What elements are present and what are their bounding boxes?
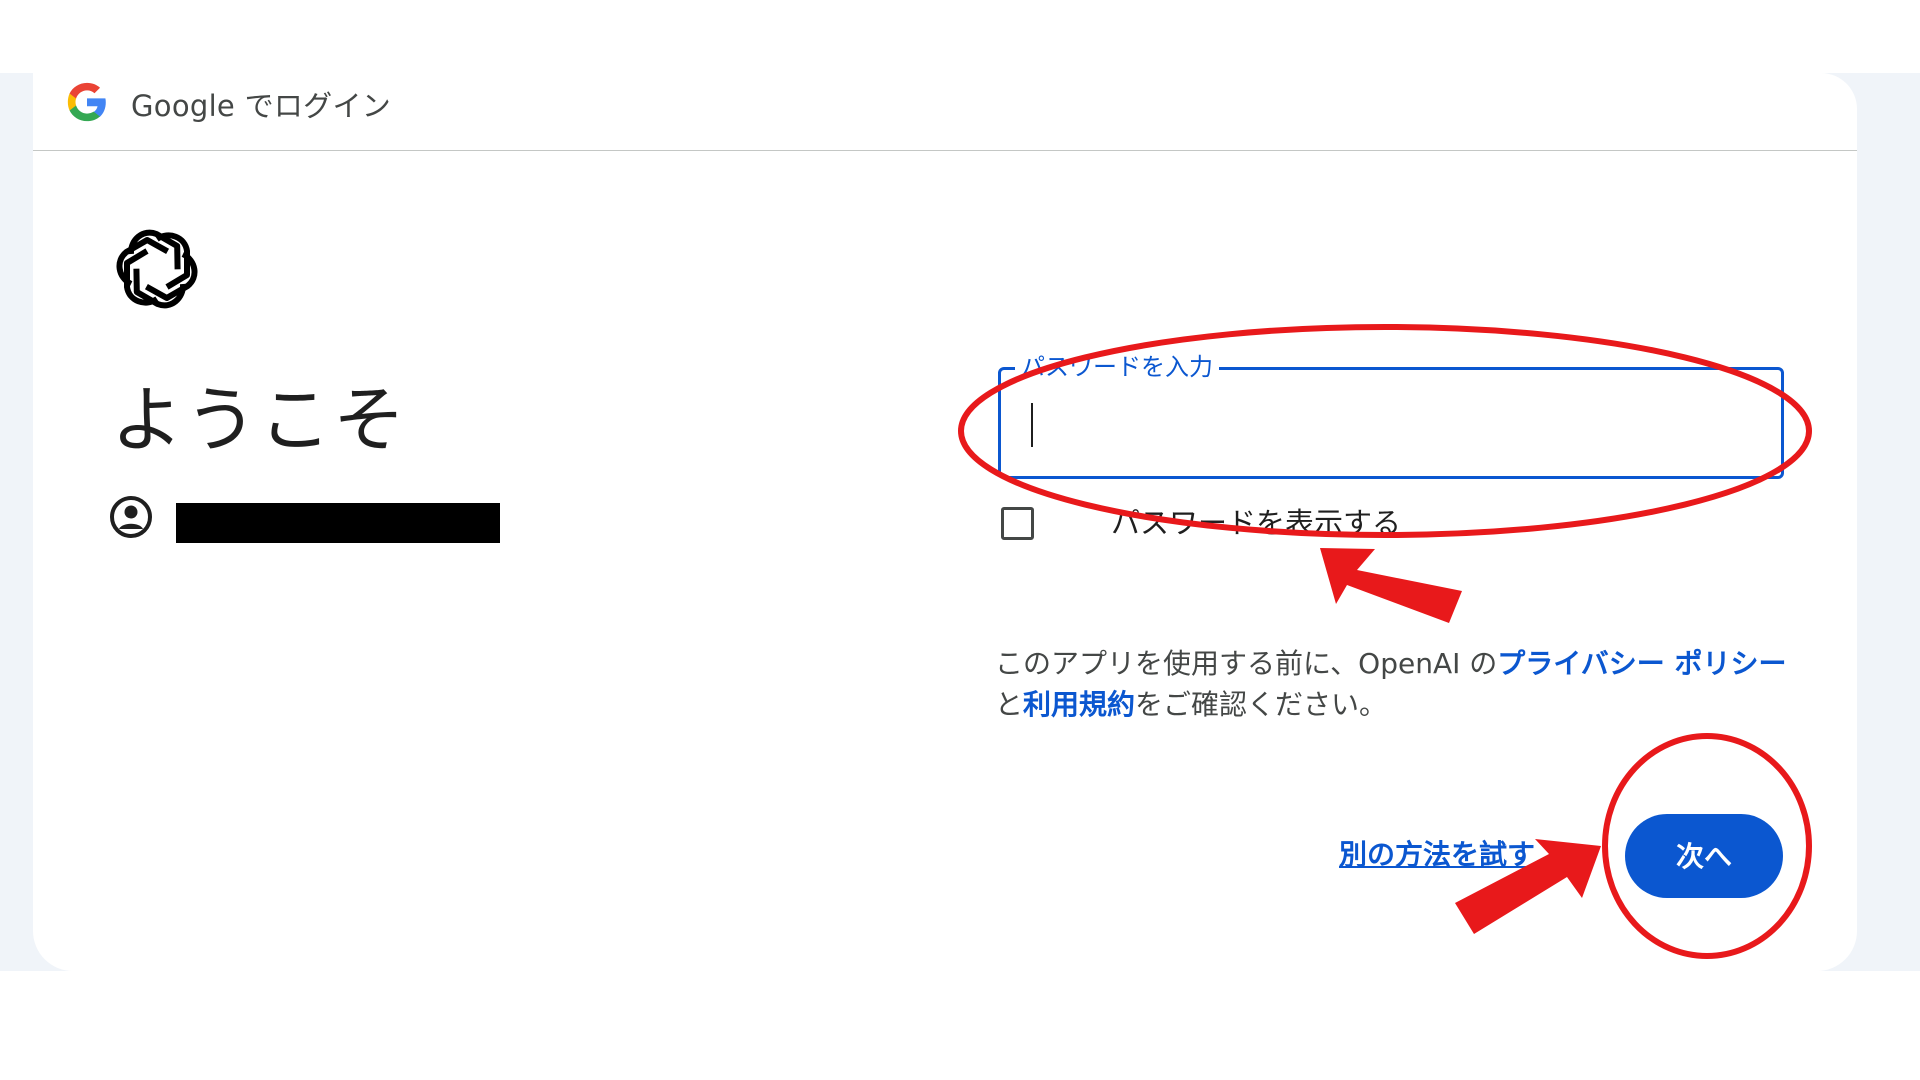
next-button[interactable]: 次へ bbox=[1625, 814, 1783, 898]
text-caret bbox=[1031, 403, 1033, 447]
consent-text: このアプリを使用する前に、OpenAI のプライバシー ポリシーと利用規約をご確… bbox=[995, 643, 1795, 725]
show-password-toggle[interactable]: パスワードを表示する bbox=[1001, 501, 1501, 551]
google-g-icon bbox=[67, 82, 106, 122]
consent-prefix: このアプリを使用する前に、OpenAI の bbox=[995, 647, 1498, 680]
account-chip[interactable]: (redacted) bbox=[109, 493, 559, 543]
card-header: Google でログイン bbox=[33, 73, 1857, 151]
show-password-checkbox[interactable] bbox=[1001, 507, 1034, 540]
try-another-way-button[interactable]: 別の方法を試す bbox=[1339, 835, 1535, 875]
page: Google でログイン ようこそ (redacted) パスワードを入力 パス… bbox=[0, 0, 1920, 1080]
signin-card: Google でログイン ようこそ (redacted) パスワードを入力 パス… bbox=[33, 73, 1857, 971]
account-email-redacted: (redacted) bbox=[176, 503, 500, 543]
account-circle-icon bbox=[110, 496, 152, 538]
header-title: Google でログイン bbox=[131, 89, 392, 123]
privacy-policy-link[interactable]: プライバシー ポリシー bbox=[1497, 647, 1786, 680]
welcome-heading: ようこそ bbox=[111, 378, 408, 462]
consent-suffix: をご確認ください。 bbox=[1135, 688, 1388, 721]
show-password-label: パスワードを表示する bbox=[1111, 506, 1402, 540]
consent-middle: と bbox=[995, 688, 1024, 721]
terms-link[interactable]: 利用規約 bbox=[1023, 688, 1135, 721]
password-field-label: パスワードを入力 bbox=[1015, 351, 1219, 383]
openai-logo-icon bbox=[116, 229, 198, 309]
password-input[interactable] bbox=[1015, 388, 1759, 458]
password-field[interactable]: パスワードを入力 bbox=[998, 351, 1784, 479]
